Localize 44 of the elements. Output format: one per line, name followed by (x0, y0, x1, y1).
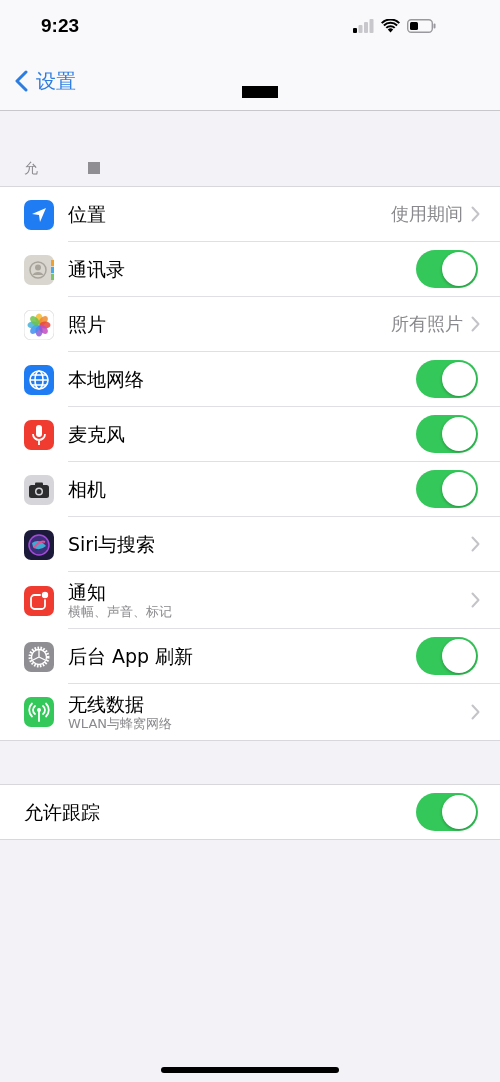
row-value: 使用期间 (391, 202, 463, 226)
toggle-switch[interactable] (416, 637, 478, 675)
toggle-switch[interactable] (416, 415, 478, 453)
wifi-icon (381, 19, 400, 33)
microphone-icon (24, 419, 54, 450)
row-title: Siri与搜索 (68, 532, 157, 556)
camera-icon (24, 474, 54, 505)
row-value: 所有照片 (391, 312, 463, 336)
gear-icon (24, 641, 54, 672)
chevron-icon (471, 206, 480, 222)
row-title: 通讯录 (68, 257, 126, 281)
row-title: 通知 (68, 580, 107, 604)
row-title: 本地网络 (68, 367, 145, 391)
toggle-switch[interactable] (416, 470, 478, 508)
row-title: 位置 (68, 202, 107, 226)
chevron-icon (471, 536, 480, 552)
section-header: 允 (24, 160, 38, 178)
back-chevron-icon (14, 70, 28, 92)
toggle-switch[interactable] (416, 793, 478, 831)
back-button[interactable]: 设置 (0, 67, 76, 95)
chevron-icon (471, 316, 480, 332)
battery-icon (407, 19, 436, 33)
toggle-switch[interactable] (416, 250, 478, 288)
row-subtitle: WLAN与蜂窝网络 (68, 716, 173, 732)
row-subtitle: 横幅、声音、标记 (68, 604, 173, 620)
redaction-mark (88, 162, 100, 174)
row-title: 照片 (68, 312, 107, 336)
globe-icon (24, 364, 54, 395)
chevron-icon (471, 592, 480, 608)
row-title: 麦克风 (68, 422, 126, 446)
chevron-icon (471, 704, 480, 720)
status-time: 9:23 (41, 15, 80, 37)
redaction-bar (242, 86, 278, 98)
contacts-icon (24, 254, 54, 285)
row-title: 无线数据 (68, 692, 145, 716)
photos-flower-icon (24, 309, 54, 340)
row-title: 允许跟踪 (24, 800, 101, 824)
antenna-icon (24, 697, 54, 727)
signal-icon (353, 19, 374, 33)
toggle-switch[interactable] (416, 360, 478, 398)
siri-orb-icon (24, 529, 54, 560)
row-title: 相机 (68, 477, 107, 501)
row-title: 后台 App 刷新 (68, 644, 195, 668)
notification-badge-icon (24, 585, 54, 616)
